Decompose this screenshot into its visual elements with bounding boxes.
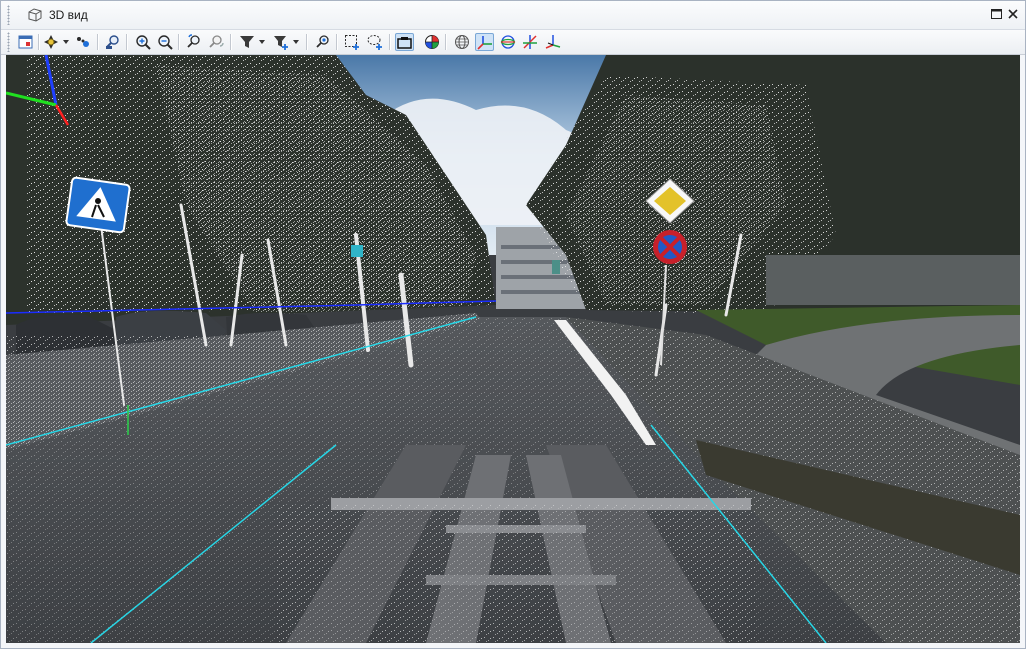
filter-button[interactable] — [237, 33, 256, 51]
orbit-icon — [500, 35, 515, 49]
orbit-button[interactable] — [498, 33, 517, 51]
filter-dropdown-arrow[interactable] — [259, 40, 265, 44]
pan-compass-button[interactable] — [41, 33, 60, 51]
no-stopping-sign — [653, 230, 687, 264]
compass-arrows-icon — [43, 35, 58, 49]
zoom-out-button[interactable] — [155, 33, 174, 51]
toolbar-separator — [38, 34, 40, 50]
rotate-left-button[interactable] — [184, 33, 203, 51]
select-point-button[interactable] — [313, 33, 332, 51]
filter-add-dropdown-arrow[interactable] — [293, 40, 299, 44]
3d-view-window: 3D вид — [0, 0, 1026, 649]
rotate-right-button[interactable] — [206, 33, 225, 51]
background-sign — [351, 245, 363, 257]
axes-alt-icon — [545, 35, 560, 49]
title-bar[interactable]: 3D вид — [1, 1, 1025, 30]
filter-add-icon — [273, 36, 288, 50]
cube-view-icon — [28, 8, 42, 22]
far-building-right — [766, 255, 1020, 305]
find-person-button[interactable] — [103, 33, 122, 51]
filter-icon — [239, 36, 254, 48]
toolbar — [1, 30, 1025, 55]
3d-point-cloud-view[interactable] — [6, 55, 1020, 643]
zoom-out-icon — [157, 35, 173, 50]
compass-dropdown-arrow[interactable] — [63, 40, 69, 44]
camera-view-button[interactable] — [395, 33, 414, 51]
select-point-icon — [315, 35, 329, 48]
camera-icon — [397, 36, 412, 49]
window-title: 3D вид — [49, 8, 88, 22]
lasso-select-button[interactable] — [365, 33, 384, 51]
rect-select-button[interactable] — [342, 33, 361, 51]
frame-view-icon — [18, 35, 33, 49]
toolbar-separator — [389, 34, 391, 50]
toolbar-separator — [230, 34, 232, 50]
axes-button[interactable] — [475, 33, 494, 51]
toolbar-grip[interactable] — [7, 32, 10, 52]
lasso-select-icon — [367, 35, 382, 50]
toolbar-separator — [126, 34, 128, 50]
pedestrian-crossing-sign — [65, 176, 131, 234]
point-cloud-scene — [6, 55, 1020, 643]
axes-icon — [476, 36, 492, 50]
close-button[interactable] — [1006, 7, 1020, 21]
toolbar-separator — [178, 34, 180, 50]
toolbar-separator — [336, 34, 338, 50]
color-sphere-icon — [424, 35, 439, 49]
grid-sphere-button[interactable] — [452, 33, 471, 51]
maximize-icon — [990, 9, 1002, 19]
points-icon — [76, 37, 89, 47]
background-sign-2 — [552, 260, 560, 274]
grid-sphere-icon — [454, 35, 469, 49]
rotate-left-icon — [186, 34, 200, 48]
maximize-button[interactable] — [989, 7, 1003, 21]
colorize-button[interactable] — [422, 33, 441, 51]
close-icon — [1008, 9, 1018, 19]
axes-alt-button[interactable] — [543, 33, 562, 51]
cross-axes-icon — [522, 35, 537, 49]
drag-grip[interactable] — [7, 5, 10, 25]
person-search-icon — [105, 35, 119, 49]
zoom-in-icon — [135, 35, 151, 50]
cross-axes-button[interactable] — [520, 33, 539, 51]
filter-add-button[interactable] — [271, 33, 290, 51]
toolbar-separator — [445, 34, 447, 50]
rect-select-icon — [344, 35, 359, 50]
toolbar-separator — [306, 34, 308, 50]
zoom-in-button[interactable] — [133, 33, 152, 51]
frame-view-button[interactable] — [16, 33, 35, 51]
rotate-right-icon — [208, 35, 224, 48]
points-button[interactable] — [73, 33, 92, 51]
toolbar-separator — [97, 34, 99, 50]
